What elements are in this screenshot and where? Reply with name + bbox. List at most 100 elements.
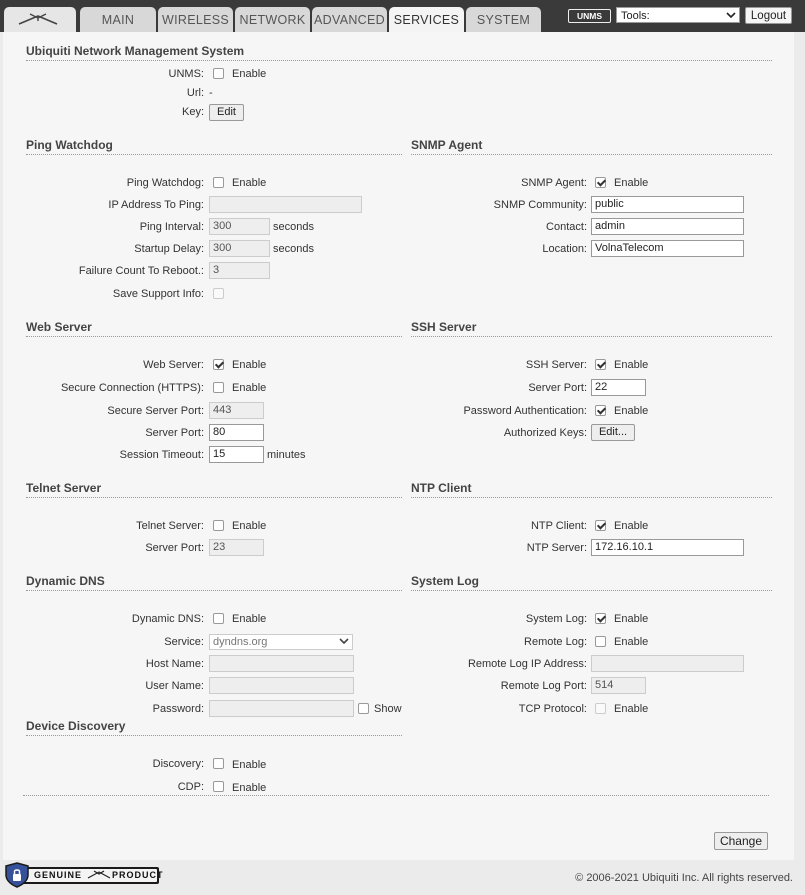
secure-port-input[interactable]: 443 [209,402,264,419]
ping-interval-label: Ping Interval: [139,221,204,233]
genuine-product-badge: GENUINE PRODUCT [4,862,163,888]
ntp-client-section-title: NTP Client [411,481,772,498]
bottom-divider [23,795,769,796]
telnet-port-input[interactable]: 23 [209,539,264,556]
snmp-community-input[interactable]: public [591,196,744,213]
ping-interval-input[interactable]: 300 [209,218,270,235]
dynamic-dns-checkbox[interactable] [213,613,224,624]
logout-button[interactable]: Logout [745,7,792,24]
remote-log-ip-input[interactable] [591,655,744,672]
tab-services[interactable]: SERVICES [389,7,464,32]
authorized-keys-edit-button[interactable]: Edit... [591,424,635,441]
snmp-section-title: SNMP Agent [411,138,772,155]
ddns-show-password-checkbox[interactable] [358,703,369,714]
save-support-info-label: Save Support Info: [112,288,204,300]
remote-log-enable-label: Enable [614,636,649,648]
discovery-label: Discovery: [152,758,204,770]
ddns-service-value: dyndns.org [213,636,268,648]
ubiquiti-logo-icon [18,13,58,25]
ntp-server-input[interactable]: 172.16.10.1 [591,539,744,556]
ssh-server-checkbox[interactable] [595,359,606,370]
ping-watchdog-section-title: Ping Watchdog [26,138,402,155]
ntp-client-label: NTP Client: [530,520,587,532]
ntp-client-checkbox[interactable] [595,520,606,531]
remote-log-checkbox[interactable] [595,636,606,647]
startup-delay-label: Startup Delay: [134,243,204,255]
web-port-input[interactable]: 80 [209,424,264,441]
snmp-agent-enable-label: Enable [614,177,649,189]
https-enable-label: Enable [232,382,267,394]
discovery-enable-label: Enable [232,759,267,771]
tools-select[interactable]: Tools: [616,7,740,23]
tab-main[interactable]: MAIN [80,7,156,32]
authorized-keys-label: Authorized Keys: [503,427,587,439]
remote-log-port-input[interactable]: 514 [591,677,646,694]
cdp-checkbox[interactable] [213,781,224,792]
startup-delay-input[interactable]: 300 [209,240,270,257]
ping-ip-input[interactable] [209,196,362,213]
unms-key-label: Key: [181,106,204,118]
ping-ip-label: IP Address To Ping: [108,199,204,211]
ping-interval-unit: seconds [273,221,314,233]
snmp-location-input[interactable]: VolnaTelecom [591,240,744,257]
system-log-section-title: System Log [411,574,772,591]
snmp-contact-input[interactable]: admin [591,218,744,235]
ssh-password-auth-label: Password Authentication: [463,405,587,417]
web-server-checkbox[interactable] [213,359,224,370]
startup-delay-unit: seconds [273,243,314,255]
unms-section-title: Ubiquiti Network Management System [26,44,772,61]
failure-count-label: Failure Count To Reboot.: [78,265,204,277]
unms-url-label: Url: [186,87,204,99]
secure-port-label: Secure Server Port: [107,405,204,417]
ddns-user-input[interactable] [209,677,354,694]
ddns-show-password-label: Show [374,703,402,715]
session-timeout-unit: minutes [267,449,306,461]
ssh-server-enable-label: Enable [614,359,649,371]
ssh-port-input[interactable]: 22 [591,379,646,396]
failure-count-input[interactable]: 3 [209,262,270,279]
remote-log-ip-label: Remote Log IP Address: [467,658,587,670]
tab-advanced[interactable]: ADVANCED [312,7,387,32]
tab-network[interactable]: NETWORK [235,7,310,32]
system-log-enable-label: Enable [614,613,649,625]
system-log-checkbox[interactable] [595,613,606,624]
change-button[interactable]: Change [714,832,768,850]
web-port-label: Server Port: [145,427,204,439]
web-server-enable-label: Enable [232,359,267,371]
ddns-service-select[interactable]: dyndns.org [209,634,353,650]
session-timeout-input[interactable]: 15 [209,446,264,463]
https-checkbox[interactable] [213,382,224,393]
telnet-server-checkbox[interactable] [213,520,224,531]
tcp-protocol-label: TCP Protocol: [518,703,587,715]
save-support-info-checkbox[interactable] [213,288,224,299]
dynamic-dns-enable-label: Enable [232,613,267,625]
tcp-protocol-enable-label: Enable [614,703,649,715]
snmp-agent-checkbox[interactable] [595,177,606,188]
ubiquiti-logo-tab[interactable] [4,7,76,32]
tab-wireless[interactable]: WIRELESS [158,7,233,32]
https-label: Secure Connection (HTTPS): [60,382,204,394]
unms-badge[interactable]: UNMS [568,9,611,23]
chevron-down-icon [726,12,736,19]
telnet-server-enable-label: Enable [232,520,267,532]
tcp-protocol-checkbox[interactable] [595,703,606,714]
dynamic-dns-section-title: Dynamic DNS [26,574,402,591]
telnet-port-label: Server Port: [145,542,204,554]
session-timeout-label: Session Timeout: [119,449,204,461]
system-log-label: System Log: [525,613,587,625]
ssh-password-auth-checkbox[interactable] [595,405,606,416]
unms-key-edit-button[interactable]: Edit [209,104,244,121]
web-server-label: Web Server: [143,359,204,371]
ddns-password-input[interactable] [209,700,354,717]
ntp-client-enable-label: Enable [614,520,649,532]
product-text: PRODUCT [112,870,164,880]
tab-system[interactable]: SYSTEM [466,7,541,32]
unms-enable-checkbox[interactable] [213,68,224,79]
ssh-port-label: Server Port: [528,382,587,394]
ping-watchdog-checkbox[interactable] [213,177,224,188]
ddns-host-input[interactable] [209,655,354,672]
telnet-server-section-title: Telnet Server [26,481,402,498]
discovery-checkbox[interactable] [213,758,224,769]
ssh-server-label: SSH Server: [525,359,587,371]
web-server-section-title: Web Server [26,320,402,337]
